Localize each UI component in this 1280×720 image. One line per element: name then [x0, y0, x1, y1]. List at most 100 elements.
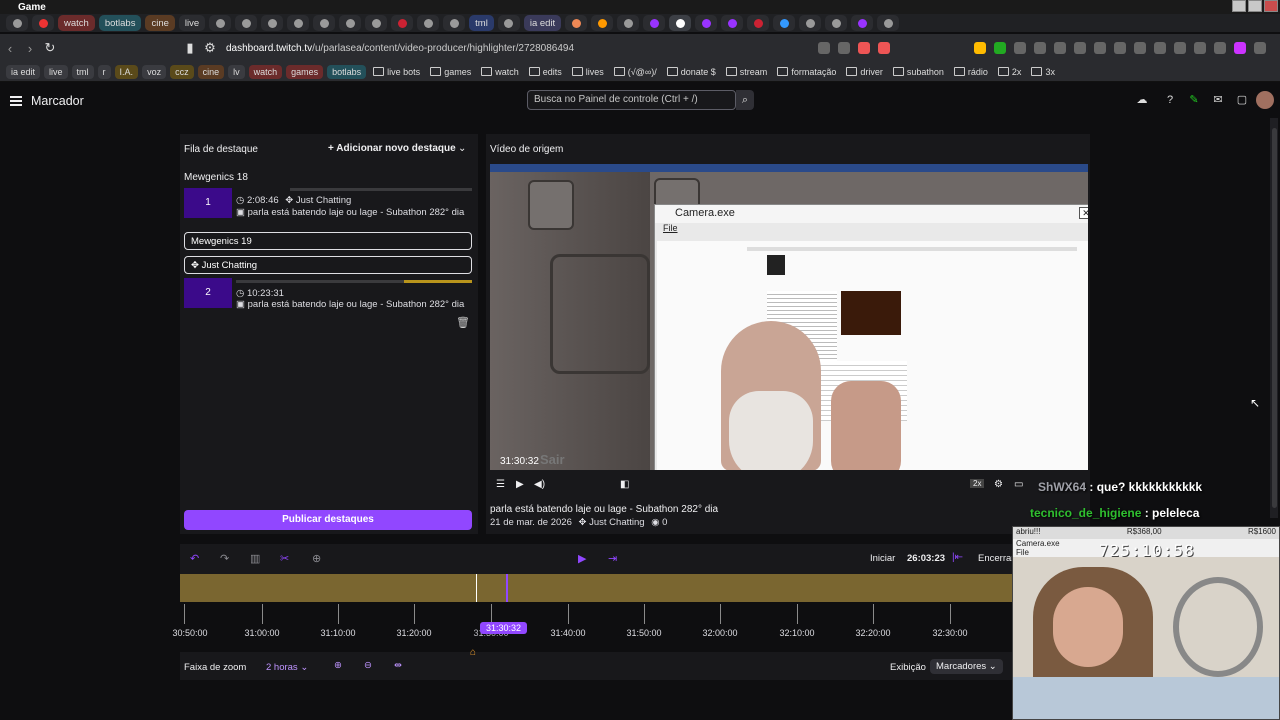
- add-highlight-button[interactable]: + Adicionar novo destaque: [328, 143, 456, 154]
- playhead-time[interactable]: 31:30:32: [480, 622, 528, 634]
- tab-favicon[interactable]: [209, 15, 232, 31]
- page-scrollbar[interactable]: [1270, 118, 1278, 518]
- tab-botlabs[interactable]: botlabs: [98, 15, 142, 31]
- bookmark-item[interactable]: ia edit: [6, 64, 41, 79]
- tab-ia-edit[interactable]: ia edit: [523, 15, 562, 31]
- minimize-button[interactable]: [1232, 0, 1246, 12]
- volume-icon[interactable]: ◀): [534, 479, 545, 490]
- start-time[interactable]: 26:03:23: [907, 553, 945, 564]
- tab-favicon[interactable]: [32, 15, 54, 31]
- add-marker-icon[interactable]: ⊕: [312, 552, 321, 565]
- zoom-in-icon[interactable]: ⊕: [334, 660, 342, 671]
- search-icon[interactable]: ⌕: [736, 90, 754, 110]
- back-icon[interactable]: ‹: [0, 41, 20, 56]
- tab-active-close-icon[interactable]: [669, 15, 692, 31]
- bookmark-folder[interactable]: games: [427, 65, 474, 79]
- bookmark-item[interactable]: watch: [248, 64, 283, 79]
- inbox-icon[interactable]: ✉: [1212, 94, 1224, 106]
- bookmark-item[interactable]: live: [44, 64, 68, 79]
- tab-favicon[interactable]: [339, 15, 362, 31]
- extension-icon[interactable]: [1154, 42, 1166, 54]
- theater-icon[interactable]: ▭: [1014, 479, 1023, 490]
- tab-favicon[interactable]: [391, 15, 414, 31]
- settings-icon[interactable]: ⚙: [994, 479, 1003, 490]
- extension-icon[interactable]: [974, 42, 986, 54]
- zoom-icon[interactable]: [818, 42, 830, 54]
- tab-favicon[interactable]: [877, 15, 900, 31]
- tab-favicon[interactable]: [799, 15, 822, 31]
- redo-icon[interactable]: ↷: [220, 552, 229, 565]
- notifications-icon[interactable]: ☁: [1136, 94, 1148, 106]
- tab-tml[interactable]: tml: [469, 15, 494, 31]
- tab-favicon[interactable]: [235, 15, 258, 31]
- bookmark-item[interactable]: ccz: [170, 64, 194, 79]
- tab-favicon[interactable]: [497, 15, 520, 31]
- bookmark-item[interactable]: tml: [71, 64, 94, 79]
- tab-favicon[interactable]: [565, 15, 588, 31]
- bookmark-item[interactable]: I.A.: [114, 64, 139, 79]
- tab-favicon[interactable]: [747, 15, 770, 31]
- extension-icon[interactable]: [1094, 42, 1106, 54]
- dashboard-search-input[interactable]: Busca no Painel de controle (Ctrl + /): [527, 90, 736, 110]
- extension-icon[interactable]: [1194, 42, 1206, 54]
- skip-end-icon[interactable]: ⇥: [608, 552, 617, 565]
- tab-favicon[interactable]: [417, 15, 440, 31]
- tab-favicon[interactable]: [261, 15, 284, 31]
- bookmark-icon[interactable]: ▮: [180, 40, 200, 56]
- scissors-icon[interactable]: ✂: [280, 552, 289, 565]
- site-info-icon[interactable]: ⚙: [200, 40, 220, 56]
- bookmark-folder[interactable]: subathon: [890, 65, 947, 79]
- brave-shield-icon[interactable]: [858, 42, 870, 54]
- group-title-field[interactable]: Mewgenics 19: [184, 232, 472, 250]
- bookmark-item[interactable]: r: [97, 64, 111, 79]
- tab-favicon[interactable]: [851, 15, 874, 31]
- bookmark-folder[interactable]: stream: [723, 65, 771, 79]
- undo-icon[interactable]: ↶: [190, 552, 199, 565]
- extension-icon[interactable]: [1034, 42, 1046, 54]
- tools-icon[interactable]: ✎: [1188, 94, 1200, 106]
- bookmark-folder[interactable]: lives: [569, 65, 607, 79]
- tab-favicon[interactable]: [365, 15, 388, 31]
- zoom-select[interactable]: 2 horas ⌄: [266, 662, 308, 673]
- bookmark-item[interactable]: lv: [228, 64, 245, 79]
- video-player[interactable]: Camera.exe ✕ File 31:30:32 Sair: [490, 164, 1088, 470]
- extension-icon[interactable]: [1054, 42, 1066, 54]
- tab-cine[interactable]: cine: [145, 15, 175, 31]
- trash-icon[interactable]: ▥: [250, 552, 260, 565]
- address-bar[interactable]: dashboard.twitch.tv/u/parlasea/content/v…: [226, 43, 574, 54]
- bookmark-folder[interactable]: driver: [843, 65, 886, 79]
- extension-icon[interactable]: [1074, 42, 1086, 54]
- menu-icon[interactable]: [1254, 42, 1266, 54]
- tab-favicon[interactable]: [773, 15, 796, 31]
- bookmark-folder[interactable]: rádio: [951, 65, 991, 79]
- share-icon[interactable]: [838, 42, 850, 54]
- fit-icon[interactable]: ⇹: [394, 660, 402, 671]
- bookmark-folder[interactable]: 2x: [995, 65, 1025, 79]
- tab-favicon[interactable]: [443, 15, 466, 31]
- view-select[interactable]: Marcadores ⌄: [930, 659, 1003, 674]
- bookmark-icon[interactable]: ▢: [1236, 94, 1248, 106]
- tab-favicon[interactable]: [287, 15, 310, 31]
- extension-icon[interactable]: [1014, 42, 1026, 54]
- tab-favicon[interactable]: [643, 15, 666, 31]
- timeline-track[interactable]: [180, 574, 1012, 602]
- hamburger-menu-icon[interactable]: [10, 94, 22, 108]
- tab-favicon[interactable]: [617, 15, 640, 31]
- extension-icon[interactable]: [1134, 42, 1146, 54]
- tab-favicon[interactable]: [721, 15, 744, 31]
- highlight-item[interactable]: 1 ◷ 2:08:46 ✥ Just Chatting ▣ parla está…: [184, 188, 472, 218]
- forward-icon[interactable]: ›: [20, 41, 40, 56]
- tab-live[interactable]: live: [178, 15, 206, 31]
- bookmark-folder[interactable]: live bots: [370, 65, 423, 79]
- tab-favicon[interactable]: [695, 15, 718, 31]
- bookmark-folder[interactable]: watch: [478, 65, 522, 79]
- set-start-icon[interactable]: |⇤: [952, 552, 963, 563]
- tab-favicon[interactable]: [591, 15, 614, 31]
- tab-watch[interactable]: watch: [58, 15, 95, 31]
- avatar[interactable]: [1256, 91, 1274, 109]
- maximize-button[interactable]: [1248, 0, 1262, 12]
- bookmark-item[interactable]: games: [286, 64, 324, 79]
- extension-icon[interactable]: [1214, 42, 1226, 54]
- bookmark-item[interactable]: voz: [142, 64, 167, 79]
- downloads-icon[interactable]: [1114, 42, 1126, 54]
